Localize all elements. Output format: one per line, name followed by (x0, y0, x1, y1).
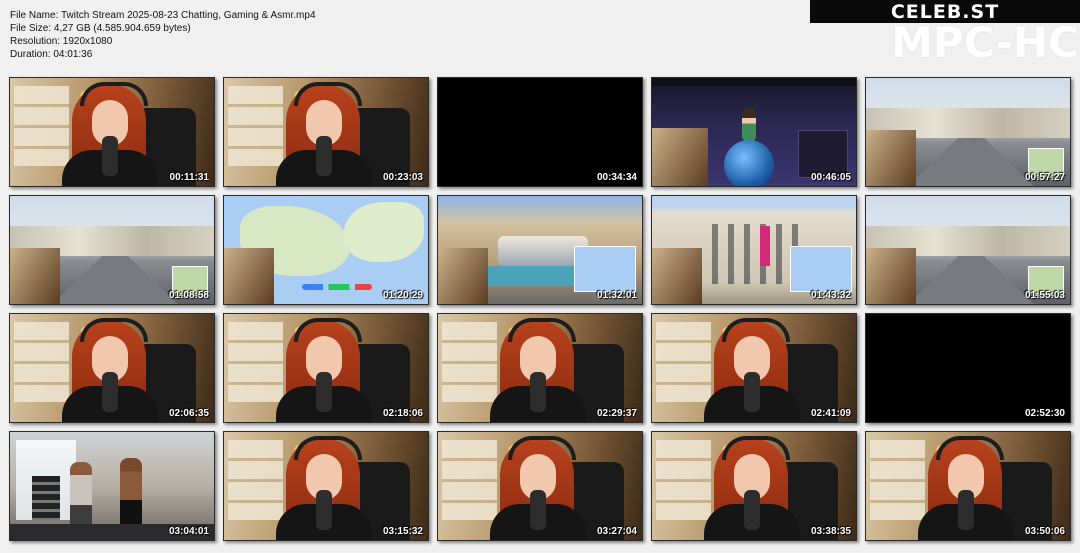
thumbnail-timestamp: 00:46:05 (810, 172, 851, 183)
video-thumbnail[interactable]: 02:18:06 (223, 313, 429, 423)
thumbnail-timestamp: 03:50:06 (1024, 526, 1065, 537)
video-thumbnail[interactable]: 01:08:58 (9, 195, 215, 305)
thumbnail-grid: 00:11:31 00:23:03 00:34:34 00:46:05 00:57:27… (0, 0, 1080, 553)
thumbnail-timestamp: 01:43:32 (810, 290, 851, 301)
video-thumbnail[interactable]: 01:32:01 (437, 195, 643, 305)
thumbnail-timestamp: 02:29:37 (596, 408, 637, 419)
video-thumbnail[interactable]: 03:50:06 (865, 431, 1071, 541)
thumbnail-timestamp: 03:38:35 (810, 526, 851, 537)
thumbnail-timestamp: 03:04:01 (168, 526, 209, 537)
thumbnail-timestamp: 02:18:06 (382, 408, 423, 419)
video-thumbnail[interactable]: 03:04:01 (9, 431, 215, 541)
thumbnail-timestamp: 02:41:09 (810, 408, 851, 419)
thumbnail-timestamp: 01:32:01 (596, 290, 637, 301)
thumbnail-timestamp: 01:20:29 (382, 290, 423, 301)
thumbnail-timestamp: 03:15:32 (382, 526, 423, 537)
video-thumbnail[interactable]: 00:46:05 (651, 77, 857, 187)
video-thumbnail[interactable]: 02:06:35 (9, 313, 215, 423)
video-thumbnail[interactable]: 01:20:29 (223, 195, 429, 305)
video-thumbnail[interactable]: 02:29:37 (437, 313, 643, 423)
video-thumbnail[interactable]: 01:55:03 (865, 195, 1071, 305)
thumbnail-timestamp: 00:57:27 (1024, 172, 1065, 183)
thumbnail-timestamp: 00:34:34 (596, 172, 637, 183)
video-thumbnail[interactable]: 02:52:30 (865, 313, 1071, 423)
thumbnail-timestamp: 01:08:58 (168, 290, 209, 301)
video-thumbnail[interactable]: 03:15:32 (223, 431, 429, 541)
video-thumbnail[interactable]: 00:23:03 (223, 77, 429, 187)
thumbnail-timestamp: 03:27:04 (596, 526, 637, 537)
thumbnail-timestamp: 01:55:03 (1024, 290, 1065, 301)
video-thumbnail[interactable]: 03:38:35 (651, 431, 857, 541)
thumbnail-timestamp: 02:52:30 (1024, 408, 1065, 419)
video-thumbnail[interactable]: 00:57:27 (865, 77, 1071, 187)
thumbnail-timestamp: 00:23:03 (382, 172, 423, 183)
thumbnail-timestamp: 00:11:31 (169, 172, 209, 183)
video-thumbnail[interactable]: 00:11:31 (9, 77, 215, 187)
video-thumbnail[interactable]: 02:41:09 (651, 313, 857, 423)
video-thumbnail[interactable]: 00:34:34 (437, 77, 643, 187)
video-thumbnail[interactable]: 03:27:04 (437, 431, 643, 541)
video-thumbnail[interactable]: 01:43:32 (651, 195, 857, 305)
thumbnail-timestamp: 02:06:35 (168, 408, 209, 419)
